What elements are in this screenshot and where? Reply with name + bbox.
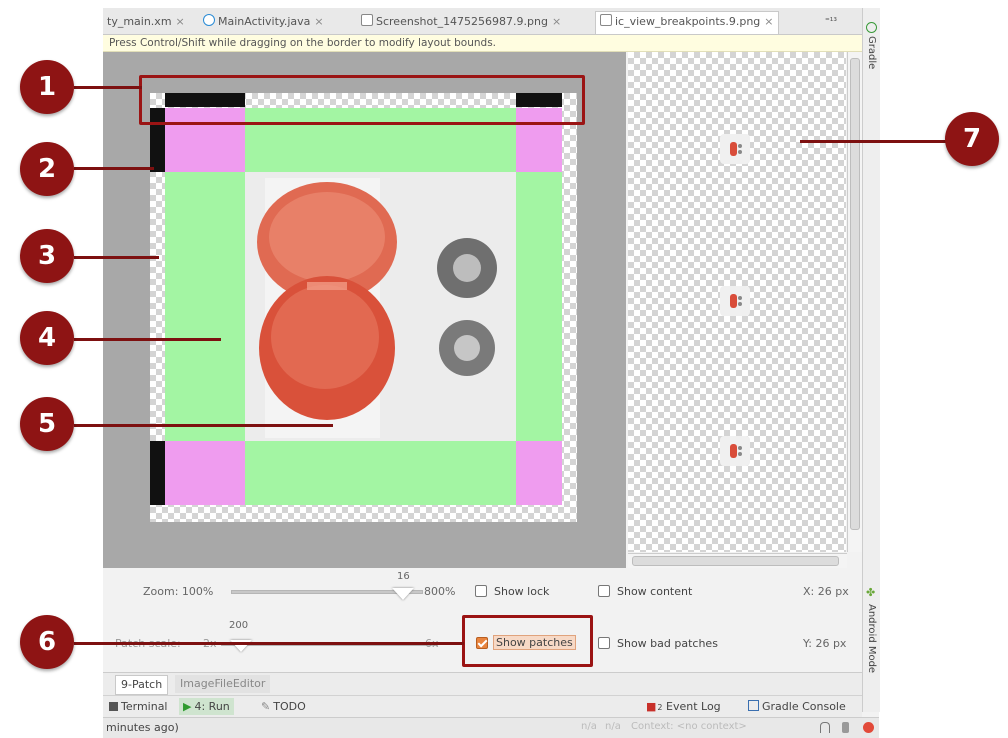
- callout-line-7: [800, 140, 950, 143]
- tab-ic-view-breakpoints[interactable]: ic_view_breakpoints.9.png ×: [595, 11, 779, 34]
- terminal-button[interactable]: Terminal: [109, 698, 168, 715]
- callout-1: 1: [20, 60, 74, 114]
- status-bar: minutes ago) n/a n/a Context: <no contex…: [103, 717, 879, 738]
- callout-7: 7: [945, 112, 999, 166]
- tab-label: ty_main.xm: [107, 15, 172, 28]
- preview-horizontal-stretch: [720, 286, 750, 316]
- tab-activity-main-xml[interactable]: ty_main.xm ×: [103, 12, 189, 32]
- left-stretch-marker-bottom[interactable]: [150, 441, 165, 505]
- scrollbar-thumb[interactable]: [632, 556, 839, 566]
- x-coordinate-readout: X: 26 px: [803, 585, 849, 598]
- notifications-icon[interactable]: [863, 722, 874, 733]
- status-encoding: n/a: [605, 721, 621, 732]
- status-context: Context: <no context>: [631, 721, 747, 732]
- show-content-checkbox[interactable]: [598, 585, 610, 597]
- tab-image-file-editor[interactable]: ImageFileEditor: [175, 675, 271, 693]
- editor-tab-bar: ty_main.xm × MainActivity.java × Screensho…: [103, 8, 863, 35]
- tab-mainactivity-java[interactable]: MainActivity.java ×: [199, 12, 328, 32]
- android-icon: ✤: [866, 586, 876, 599]
- todo-icon: ✎: [261, 700, 271, 713]
- show-bad-patches-checkbox[interactable]: [598, 637, 610, 649]
- content-area: [245, 172, 516, 441]
- zoom-label: Zoom: 100%: [143, 585, 214, 598]
- android-model-tool-window[interactable]: Android Mode: [866, 604, 877, 673]
- status-position: n/a: [581, 721, 597, 732]
- terminal-icon: [109, 702, 118, 711]
- callout-6: 6: [20, 615, 74, 669]
- editor-mode-tabs: 9-Patch ImageFileEditor: [103, 672, 862, 695]
- preview-both-stretch: [720, 436, 750, 466]
- close-icon[interactable]: ×: [176, 15, 185, 28]
- show-bad-patches-label[interactable]: Show bad patches: [617, 637, 718, 650]
- zoom-slider-thumb[interactable]: [392, 588, 414, 600]
- stretch-patch-bottom: [245, 441, 516, 505]
- hint-banner: Press Control/Shift while dragging on th…: [103, 35, 863, 52]
- patch-scale-value: 200: [229, 620, 249, 631]
- show-patches-highlight: [462, 615, 593, 667]
- todo-label: TODO: [273, 700, 306, 713]
- callout-2: 2: [20, 142, 74, 196]
- tab-screenshot-png[interactable]: Screenshot_1475256987.9.png ×: [357, 12, 565, 32]
- tab-label: Screenshot_1475256987.9.png: [376, 15, 548, 28]
- tab-overflow-button[interactable]: ⁼¹³: [821, 12, 841, 32]
- callout-line-2: [74, 167, 154, 170]
- top-guides-highlight: [139, 75, 585, 125]
- close-icon[interactable]: ×: [314, 15, 323, 28]
- preview-vertical-stretch: [720, 134, 750, 164]
- event-log-button[interactable]: ■2 Event Log: [646, 698, 721, 715]
- zoom-max-label: 800%: [424, 585, 456, 598]
- callout-line-5: [74, 424, 333, 427]
- terminal-label: Terminal: [121, 700, 168, 713]
- java-class-icon: [203, 14, 215, 26]
- callout-line-1: [74, 86, 142, 89]
- preview-horizontal-scrollbar[interactable]: [628, 553, 847, 568]
- gradle-icon: [866, 22, 877, 33]
- preview-vertical-scrollbar[interactable]: [847, 52, 862, 552]
- status-message: minutes ago): [106, 721, 179, 734]
- y-coordinate-readout: Y: 26 px: [803, 637, 847, 650]
- callout-line-4: [74, 338, 221, 341]
- run-button[interactable]: ▶ 4: Run: [179, 698, 234, 715]
- todo-button[interactable]: ✎ TODO: [261, 698, 306, 715]
- event-log-icon: ■: [646, 700, 657, 713]
- callout-5: 5: [20, 397, 74, 451]
- image-file-icon: [361, 14, 373, 26]
- callout-4: 4: [20, 311, 74, 365]
- event-log-count: 2: [657, 703, 663, 712]
- event-log-label: Event Log: [666, 700, 721, 713]
- tab-label: MainActivity.java: [218, 15, 311, 28]
- close-icon[interactable]: ×: [764, 15, 773, 28]
- run-icon: ▶: [183, 700, 192, 713]
- tab-9-patch[interactable]: 9-Patch: [115, 675, 169, 695]
- show-lock-checkbox[interactable]: [475, 585, 487, 597]
- stretch-preview-pane: [628, 52, 846, 552]
- right-tool-gutter: Gradle ✤ Android Mode: [862, 8, 880, 712]
- run-label: 4: Run: [194, 700, 230, 713]
- ninepatch-image[interactable]: [150, 93, 577, 522]
- scrollbar-thumb[interactable]: [850, 58, 860, 530]
- image-file-icon: [600, 14, 612, 26]
- gradle-console-button[interactable]: Gradle Console: [748, 698, 846, 715]
- corner-patch-bottom-left: [165, 441, 245, 505]
- breakpoint-icon: [257, 178, 497, 438]
- callout-3: 3: [20, 229, 74, 283]
- close-icon[interactable]: ×: [552, 15, 561, 28]
- stretch-patch-left: [165, 172, 245, 441]
- tool-window-strip: Terminal ▶ 4: Run ✎ TODO ■2 Event Log Grad…: [103, 695, 862, 717]
- lock-icon[interactable]: [820, 722, 830, 733]
- memory-icon[interactable]: [842, 722, 849, 733]
- corner-patch-bottom-right: [516, 441, 562, 505]
- show-content-label[interactable]: Show content: [617, 585, 692, 598]
- callout-line-3: [74, 256, 159, 259]
- zoom-value: 16: [397, 571, 410, 582]
- show-lock-label[interactable]: Show lock: [494, 585, 549, 598]
- tab-label: ic_view_breakpoints.9.png: [615, 15, 761, 28]
- console-icon: [748, 700, 759, 711]
- gradle-tool-window[interactable]: Gradle: [866, 36, 877, 69]
- callout-line-6: [74, 642, 464, 645]
- gradle-console-label: Gradle Console: [762, 700, 846, 713]
- stretch-patch-right: [516, 172, 562, 441]
